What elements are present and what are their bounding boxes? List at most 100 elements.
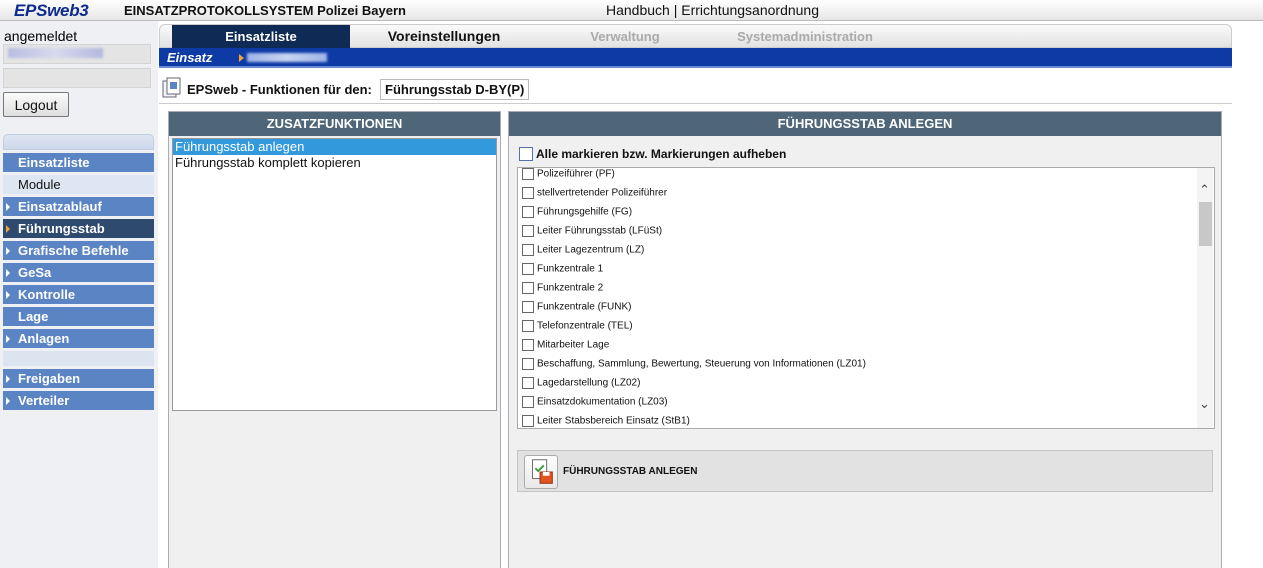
nav-header: [3, 134, 154, 150]
role-checkbox[interactable]: [522, 282, 534, 294]
arrow-right-icon: [6, 375, 10, 383]
list-item: stellvertretender Polizeiführer: [522, 187, 667, 199]
sidebar-item-label: Freigaben: [18, 371, 81, 386]
tab-verwaltung: Verwaltung: [590, 29, 660, 44]
sidebar-item-verteiler[interactable]: Verteiler: [3, 391, 154, 410]
list-item: Mitarbeiter Lage: [522, 339, 609, 351]
top-bar: EPSweb3 EINSATZPROTOKOLLSYSTEM Polizei B…: [0, 0, 1263, 21]
list-item: Funkzentrale (FUNK): [522, 301, 631, 313]
sidebar-item-freigaben[interactable]: Freigaben: [3, 369, 154, 388]
username-field: [3, 44, 151, 64]
role-label: Lagedarstellung (LZ02): [537, 377, 641, 389]
role-label: Funkzentrale 1: [537, 263, 604, 275]
sidebar-item-label: Module: [18, 177, 61, 192]
role-label: stellvertretender Polizeiführer: [537, 187, 668, 199]
sidebar: angemeldet Logout Einsatzliste Module Ei…: [0, 21, 158, 568]
role-checkbox[interactable]: [522, 225, 534, 237]
sidebar-item-label: GeSa: [18, 265, 52, 280]
sidebar-item-fuehrungsstab[interactable]: Führungsstab: [3, 219, 154, 238]
unit-field: [3, 68, 151, 88]
arrow-right-icon: [6, 247, 10, 255]
zusatzfunktionen-panel: ZUSATZFUNKTIONEN Führungsstab anlegen Fü…: [168, 111, 501, 568]
role-checkbox[interactable]: [522, 244, 534, 256]
role-label: Leiter Stabsbereich Einsatz (StB1): [537, 415, 690, 427]
mark-all-label: Alle markieren bzw. Markierungen aufhebe…: [536, 146, 787, 161]
role-checkbox-list: Polizeiführer (PF) stellvertretender Pol…: [517, 167, 1215, 429]
role-label: Führungsgehilfe (FG): [537, 206, 633, 218]
sidebar-item-lage[interactable]: Lage: [3, 307, 154, 326]
role-checkbox[interactable]: [522, 377, 534, 389]
document-save-icon: [532, 459, 553, 484]
list-item: Polizeiführer (PF): [522, 168, 615, 180]
login-status-label: angemeldet: [4, 28, 78, 44]
function-target-value: Führungsstab D-BY(P): [380, 79, 530, 100]
arrow-right-icon: [6, 397, 10, 405]
sidebar-item-kontrolle[interactable]: Kontrolle: [3, 285, 154, 304]
sidebar-item-label: Grafische Befehle: [18, 243, 129, 258]
arrow-right-icon: [6, 291, 10, 299]
list-item[interactable]: Führungsstab komplett kopieren: [173, 155, 496, 171]
sidebar-item-grafische-befehle[interactable]: Grafische Befehle: [3, 241, 154, 260]
sidebar-item-einsatzablauf[interactable]: Einsatzablauf: [3, 197, 154, 216]
sidebar-item-label: Einsatzablauf: [18, 199, 102, 214]
list-item: Leiter Führungsstab (LFüSt): [522, 225, 662, 237]
scrollbar-thumb[interactable]: [1199, 202, 1212, 246]
list-item: Funkzentrale 2: [522, 282, 603, 294]
breadcrumb: Einsatz: [159, 48, 1232, 68]
role-label: Mitarbeiter Lage: [537, 339, 610, 351]
app-logo: EPSweb3: [14, 1, 89, 20]
list-item[interactable]: Führungsstab anlegen: [173, 139, 496, 155]
breadcrumb-blurred-item[interactable]: [247, 53, 327, 62]
zusatzfunktionen-list: Führungsstab anlegen Führungsstab komple…: [172, 138, 497, 411]
sidebar-item-anlagen[interactable]: Anlagen: [3, 329, 154, 348]
sidebar-nav: Einsatzliste Module Einsatzablauf Führun…: [3, 134, 154, 413]
breadcrumb-root[interactable]: Einsatz: [167, 50, 213, 65]
tab-systemadministration: Systemadministration: [737, 29, 873, 44]
role-checkbox[interactable]: [522, 206, 534, 218]
role-checkbox[interactable]: [522, 187, 534, 199]
list-item: Leiter Lagezentrum (LZ): [522, 244, 644, 256]
role-checkbox[interactable]: [522, 168, 534, 180]
function-label: EPSweb - Funktionen für den:: [187, 82, 372, 97]
role-label: Polizeiführer (PF): [537, 168, 615, 180]
role-checkbox[interactable]: [522, 263, 534, 275]
mark-all-checkbox[interactable]: [519, 146, 533, 161]
main-tabs: Einsatzliste Voreinstellungen Verwaltung…: [159, 24, 1232, 48]
list-item: Lagedarstellung (LZ02): [522, 377, 640, 389]
sidebar-item-label: Verteiler: [18, 393, 70, 408]
role-label: Leiter Führungsstab (LFüSt): [537, 225, 663, 237]
list-item: Leiter Stabsbereich Einsatz (StB1): [522, 415, 690, 427]
role-checkbox[interactable]: [522, 358, 534, 370]
list-scrollbar[interactable]: ⌃ ⌄: [1197, 168, 1213, 428]
role-label: Beschaffung, Sammlung, Bewertung, Steuer…: [537, 358, 866, 370]
sidebar-item-label: Einsatzliste: [18, 155, 90, 170]
role-label: Leiter Lagezentrum (LZ): [537, 244, 645, 256]
sidebar-item-gesa[interactable]: GeSa: [3, 263, 154, 282]
sidebar-item-label: Kontrolle: [18, 287, 76, 302]
sidebar-item-einsatzliste[interactable]: Einsatzliste: [3, 153, 154, 172]
arrow-right-icon: [239, 54, 244, 62]
role-checkbox[interactable]: [522, 301, 534, 313]
list-item: Einsatzdokumentation (LZ03): [522, 396, 668, 408]
role-checkbox[interactable]: [522, 320, 534, 332]
role-checkbox[interactable]: [522, 415, 534, 427]
help-links[interactable]: Handbuch | Errichtungsanordnung: [606, 2, 819, 18]
sidebar-item-module: Module: [3, 175, 154, 194]
action-bar: FÜHRUNGSSTAB ANLEGEN: [517, 450, 1213, 492]
panel-header: ZUSATZFUNKTIONEN: [169, 112, 500, 136]
nav-divider: [3, 351, 154, 366]
tab-einsatzliste[interactable]: Einsatzliste: [172, 25, 350, 48]
create-staff-label: FÜHRUNGSSTAB ANLEGEN: [563, 466, 698, 477]
arrow-right-icon: [6, 269, 10, 277]
chevron-down-icon[interactable]: ⌄: [1199, 397, 1210, 410]
app-title: EINSATZPROTOKOLLSYSTEM Polizei Bayern: [124, 3, 406, 18]
arrow-right-icon: [6, 203, 10, 211]
logout-button[interactable]: Logout: [3, 92, 69, 117]
create-staff-button[interactable]: [524, 455, 558, 489]
list-item: Führungsgehilfe (FG): [522, 206, 632, 218]
role-checkbox[interactable]: [522, 339, 534, 351]
role-checkbox[interactable]: [522, 396, 534, 408]
tab-voreinstellungen[interactable]: Voreinstellungen: [360, 25, 528, 48]
chevron-up-icon[interactable]: ⌃: [1199, 183, 1210, 196]
role-label: Funkzentrale (FUNK): [537, 301, 632, 313]
